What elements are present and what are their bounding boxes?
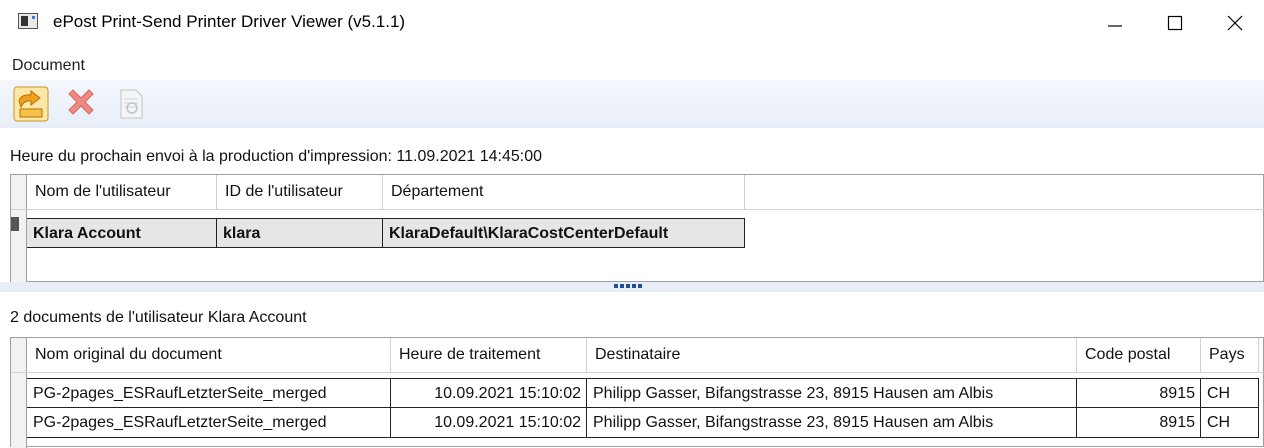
close-icon (1227, 15, 1243, 31)
window-title: ePost Print-Send Printer Driver Viewer (… (53, 12, 406, 31)
next-send-label: Heure du prochain envoi à la production … (10, 148, 543, 165)
title-bar: ePost Print-Send Printer Driver Viewer (… (0, 0, 1264, 46)
users-table[interactable]: Nom de l'utilisateur ID de l'utilisateur… (10, 174, 1264, 283)
cell-user-name[interactable]: Klara Account (27, 218, 217, 248)
import-button[interactable] (12, 85, 50, 123)
column-header-user-name[interactable]: Nom de l'utilisateur (27, 175, 217, 209)
column-header-user-id[interactable]: ID de l'utilisateur (217, 175, 383, 209)
menu-bar: Document (0, 50, 1264, 80)
splitter[interactable] (0, 282, 1264, 292)
cell-document-name[interactable]: PG-2pages_ESRaufLetzterSeite_merged (27, 378, 391, 408)
minimize-button[interactable] (1086, 0, 1144, 46)
import-icon (13, 86, 49, 122)
cell-document-name[interactable]: PG-2pages_ESRaufLetzterSeite_merged (27, 408, 391, 438)
column-header-country[interactable]: Pays (1201, 338, 1259, 372)
cell-country[interactable]: CH (1201, 408, 1259, 438)
cell-department[interactable]: KlaraDefault\KlaraCostCenterDefault (383, 218, 745, 248)
cell-recipient[interactable]: Philipp Gasser, Bifangstrasse 23, 8915 H… (587, 378, 1077, 408)
column-header-document-name[interactable]: Nom original du document (27, 338, 391, 372)
documents-table[interactable]: Nom original du document Heure de traite… (10, 337, 1264, 448)
maximize-button[interactable] (1146, 0, 1204, 46)
cell-processing-time[interactable]: 10.09.2021 15:10:02 (391, 378, 587, 408)
cell-recipient[interactable]: Philipp Gasser, Bifangstrasse 23, 8915 H… (587, 408, 1077, 438)
header-divider (11, 372, 1264, 373)
minimize-icon (1108, 25, 1122, 27)
cell-postal-code[interactable]: 8915 (1077, 408, 1201, 438)
delete-icon (68, 89, 94, 115)
column-header-processing-time[interactable]: Heure de traitement (391, 338, 587, 372)
menu-document[interactable]: Document (12, 57, 85, 75)
maximize-icon (1167, 15, 1183, 31)
column-header-postal-code[interactable]: Code postal (1077, 338, 1201, 372)
preview-button[interactable] (112, 85, 150, 123)
row-header-column (11, 338, 27, 448)
column-header-department[interactable]: Département (383, 175, 745, 209)
row-selector-icon (11, 217, 19, 231)
column-header-recipient[interactable]: Destinataire (587, 338, 1077, 372)
preview-icon (120, 89, 143, 119)
close-button[interactable] (1206, 0, 1264, 46)
splitter-grip-icon (614, 282, 650, 290)
app-icon (18, 13, 38, 29)
toolbar (0, 80, 1264, 128)
cell-user-id[interactable]: klara (217, 218, 383, 248)
delete-button[interactable] (62, 85, 100, 123)
cell-processing-time[interactable]: 10.09.2021 15:10:02 (391, 408, 587, 438)
cell-postal-code[interactable]: 8915 (1077, 378, 1201, 408)
documents-label: 2 documents de l'utilisateur Klara Accou… (10, 309, 307, 326)
cell-country[interactable]: CH (1201, 378, 1259, 408)
header-divider (11, 209, 1264, 210)
